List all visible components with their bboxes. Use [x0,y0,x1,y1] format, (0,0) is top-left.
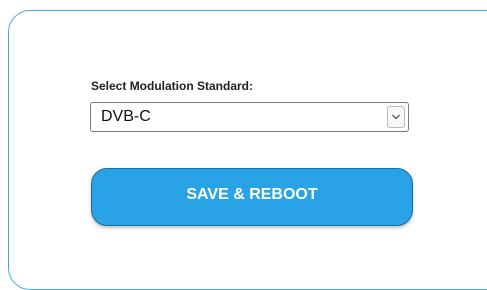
modulation-standard-select[interactable]: DVB-C [90,102,409,132]
settings-panel [8,10,487,290]
dropdown-toggle[interactable] [387,106,405,128]
modulation-standard-label: Select Modulation Standard: [91,79,254,93]
modulation-standard-value: DVB-C [101,108,151,125]
chevron-down-icon [392,114,400,120]
save-and-reboot-button[interactable]: SAVE & REBOOT [91,168,413,226]
